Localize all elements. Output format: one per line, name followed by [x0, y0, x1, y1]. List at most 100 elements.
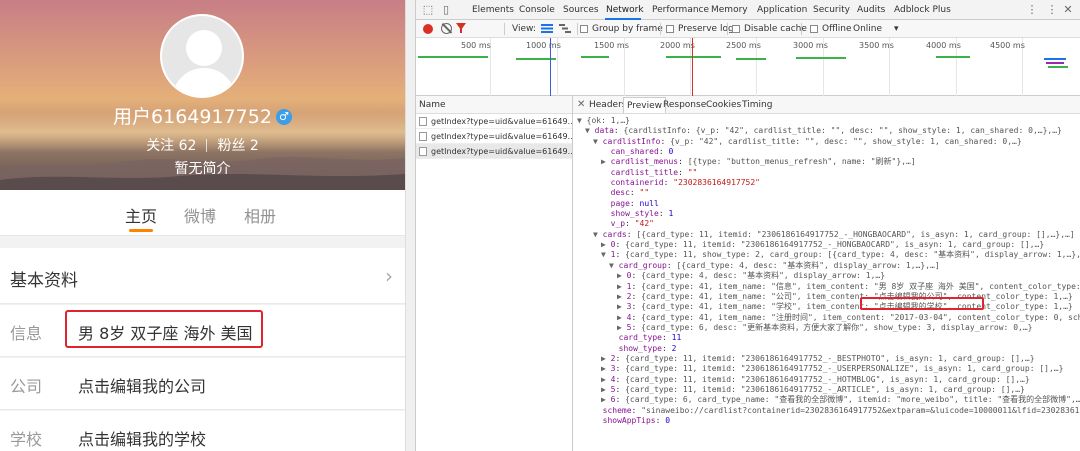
tab-memory[interactable]: Memory: [711, 5, 748, 15]
json-tree-node[interactable]: ▼ 1: {card_type: 11, show_type: 2, card_…: [573, 250, 1080, 260]
load-line: [692, 38, 693, 96]
close-icon[interactable]: ✕: [1062, 4, 1074, 16]
tab-security[interactable]: Security: [813, 5, 850, 15]
json-tree-node[interactable]: ▼ data: {cardlistInfo: {v_p: "42", cardl…: [573, 126, 1080, 136]
waterfall-icon[interactable]: [559, 24, 571, 33]
more-tabs-icon[interactable]: ⋮: [1026, 4, 1038, 16]
collapsed-triangle-icon[interactable]: ▶: [617, 313, 627, 322]
expanded-triangle-icon[interactable]: ▼: [609, 261, 619, 270]
json-tree-node[interactable]: ▼ card_group: [{card_type: 4, desc: "基本资…: [573, 261, 1080, 271]
collapsed-triangle-icon[interactable]: ▶: [601, 354, 611, 363]
json-tree-text: 5: {card_type: 6, desc: "更新基本资料，方便大家了解你"…: [626, 322, 1033, 332]
json-tree-node[interactable]: ▶ 0: {card_type: 4, desc: "基本资料", displa…: [573, 271, 1080, 281]
request-name: getIndex?type=uid&value=61649...: [431, 117, 572, 126]
json-tree-node: can_shared: 0: [573, 147, 1080, 157]
timeline-tick: 4000 ms: [926, 41, 961, 50]
tab-timing[interactable]: Timing: [742, 100, 772, 110]
followers-count[interactable]: 粉丝 2: [217, 138, 258, 154]
json-tree-node[interactable]: ▶ 1: {card_type: 41, item_name: "信息", it…: [573, 282, 1080, 292]
tab-adblock-plus[interactable]: Adblock Plus: [894, 5, 951, 15]
request-row[interactable]: getIndex?type=uid&value=61649...: [416, 114, 572, 129]
collapsed-triangle-icon[interactable]: ▶: [601, 364, 611, 373]
tab-album[interactable]: 相册: [244, 203, 276, 227]
device-toolbar-icon[interactable]: ▯: [440, 4, 452, 16]
tab-application[interactable]: Application: [757, 5, 807, 15]
clear-icon[interactable]: [441, 23, 452, 34]
tab-performance[interactable]: Performance: [652, 5, 709, 15]
json-tree-text: page: null: [610, 198, 659, 208]
json-tree-node[interactable]: ▶ 0: {card_type: 11, itemid: "2306186164…: [573, 240, 1080, 250]
info-key: 信息: [10, 324, 43, 343]
expanded-triangle-icon[interactable]: ▼: [601, 250, 611, 259]
tab-cookies[interactable]: Cookies: [706, 100, 741, 110]
throttling-select[interactable]: Online: [853, 24, 882, 34]
tab-preview[interactable]: Preview: [623, 97, 667, 113]
request-row[interactable]: getIndex?type=uid&value=61649...: [416, 129, 572, 144]
json-tree-node[interactable]: ▶ 3: {card_type: 41, item_name: "学校", it…: [573, 302, 1080, 312]
expanded-triangle-icon[interactable]: ▼: [577, 116, 587, 125]
more-options-icon[interactable]: ⋮: [1046, 4, 1058, 16]
collapsed-triangle-icon[interactable]: ▶: [601, 375, 611, 384]
json-tree-node[interactable]: ▶ 4: {card_type: 41, item_name: "注册时间", …: [573, 313, 1080, 323]
preserve-log-checkbox[interactable]: [666, 25, 674, 33]
inspect-element-icon[interactable]: ⬚: [422, 4, 434, 16]
name-column-header[interactable]: Name: [416, 96, 572, 114]
json-tree-node[interactable]: ▶ 5: {card_type: 6, desc: "更新基本资料，方便大家了解…: [573, 323, 1080, 333]
json-tree-node[interactable]: ▶ 2: {card_type: 11, itemid: "2306186164…: [573, 354, 1080, 364]
avatar[interactable]: [160, 14, 244, 98]
chevron-down-icon[interactable]: ▾: [894, 24, 899, 34]
tab-console[interactable]: Console: [519, 5, 555, 15]
tab-home[interactable]: 主页: [125, 203, 157, 227]
disable-cache-checkbox[interactable]: [732, 25, 740, 33]
json-tree-text: 3: {card_type: 41, item_name: "学校", item…: [626, 302, 1073, 312]
collapsed-triangle-icon[interactable]: ▶: [617, 282, 627, 291]
offline-checkbox[interactable]: [810, 25, 818, 33]
collapsed-triangle-icon[interactable]: ▶: [601, 240, 611, 249]
json-tree-node[interactable]: ▶ 6: {card_type: 6, card_type_name: "查看我…: [573, 395, 1080, 405]
company-row[interactable]: 公司 点击编辑我的公司: [0, 358, 405, 410]
collapsed-triangle-icon[interactable]: ▶: [601, 157, 611, 166]
record-icon[interactable]: [423, 24, 433, 34]
json-tree-node[interactable]: ▶ 5: {card_type: 11, itemid: "2306186164…: [573, 385, 1080, 395]
json-tree-node[interactable]: ▶ cardlist_menus: [{type: "button_menus_…: [573, 157, 1080, 167]
json-tree-node[interactable]: ▶ 4: {card_type: 11, itemid: "2306186164…: [573, 375, 1080, 385]
tab-weibo[interactable]: 微博: [184, 203, 216, 227]
json-tree-text: v_p: "42": [610, 219, 654, 229]
following-count[interactable]: 关注 62: [146, 138, 196, 154]
tab-elements[interactable]: Elements: [472, 5, 514, 15]
timeline-tick: 2500 ms: [726, 41, 761, 50]
expanded-triangle-icon[interactable]: ▼: [593, 137, 603, 146]
collapsed-triangle-icon[interactable]: ▶: [601, 385, 611, 394]
collapsed-triangle-icon[interactable]: ▶: [617, 323, 627, 332]
collapsed-triangle-icon[interactable]: ▶: [617, 302, 627, 311]
school-value: 点击编辑我的学校: [78, 430, 207, 449]
tab-sources[interactable]: Sources: [563, 5, 599, 15]
tab-audits[interactable]: Audits: [857, 5, 885, 15]
collapsed-triangle-icon[interactable]: ▶: [617, 271, 627, 280]
school-row[interactable]: 学校 点击编辑我的学校: [0, 411, 405, 451]
json-tree-node: cardlist_title: "": [573, 168, 1080, 178]
large-rows-icon[interactable]: [541, 24, 553, 33]
tab-response[interactable]: Response: [663, 100, 706, 110]
json-tree-node: show_style: 1: [573, 209, 1080, 219]
collapsed-triangle-icon[interactable]: ▶: [617, 292, 627, 301]
json-tree-node[interactable]: ▼ cardlistInfo: {v_p: "42", cardlist_tit…: [573, 137, 1080, 147]
mobile-profile-page: 用户6164917752 ♂ 关注 62 粉丝 2 暂无简介 主页 微博 相册 基本…: [0, 0, 405, 451]
json-tree-node[interactable]: ▶ 3: {card_type: 11, itemid: "2306186164…: [573, 364, 1080, 374]
request-row-selected[interactable]: getIndex?type=uid&value=61649...: [416, 144, 572, 159]
json-tree-node[interactable]: ▶ 2: {card_type: 41, item_name: "公司", it…: [573, 292, 1080, 302]
group-by-frame-checkbox[interactable]: [580, 25, 588, 33]
json-tree-node[interactable]: ▼ {ok: 1,…}: [573, 116, 1080, 126]
request-name: getIndex?type=uid&value=61649...: [431, 132, 572, 141]
basic-info-header[interactable]: 基本资料 ›: [0, 248, 405, 304]
pane-splitter[interactable]: [405, 0, 416, 451]
json-tree-node[interactable]: ▼ cards: [{card_type: 11, itemid: "23061…: [573, 230, 1080, 240]
tab-headers[interactable]: Headers: [589, 100, 626, 110]
collapsed-triangle-icon[interactable]: ▶: [601, 395, 611, 404]
expanded-triangle-icon[interactable]: ▼: [593, 230, 603, 239]
expanded-triangle-icon[interactable]: ▼: [585, 126, 595, 135]
close-detail-icon[interactable]: ✕: [577, 99, 585, 110]
json-tree-text: 2: {card_type: 11, itemid: "230618616491…: [610, 353, 1035, 363]
tab-network[interactable]: Network: [606, 5, 644, 15]
network-overview-timeline[interactable]: 500 ms 1000 ms 1500 ms 2000 ms 2500 ms 3…: [416, 38, 1080, 96]
